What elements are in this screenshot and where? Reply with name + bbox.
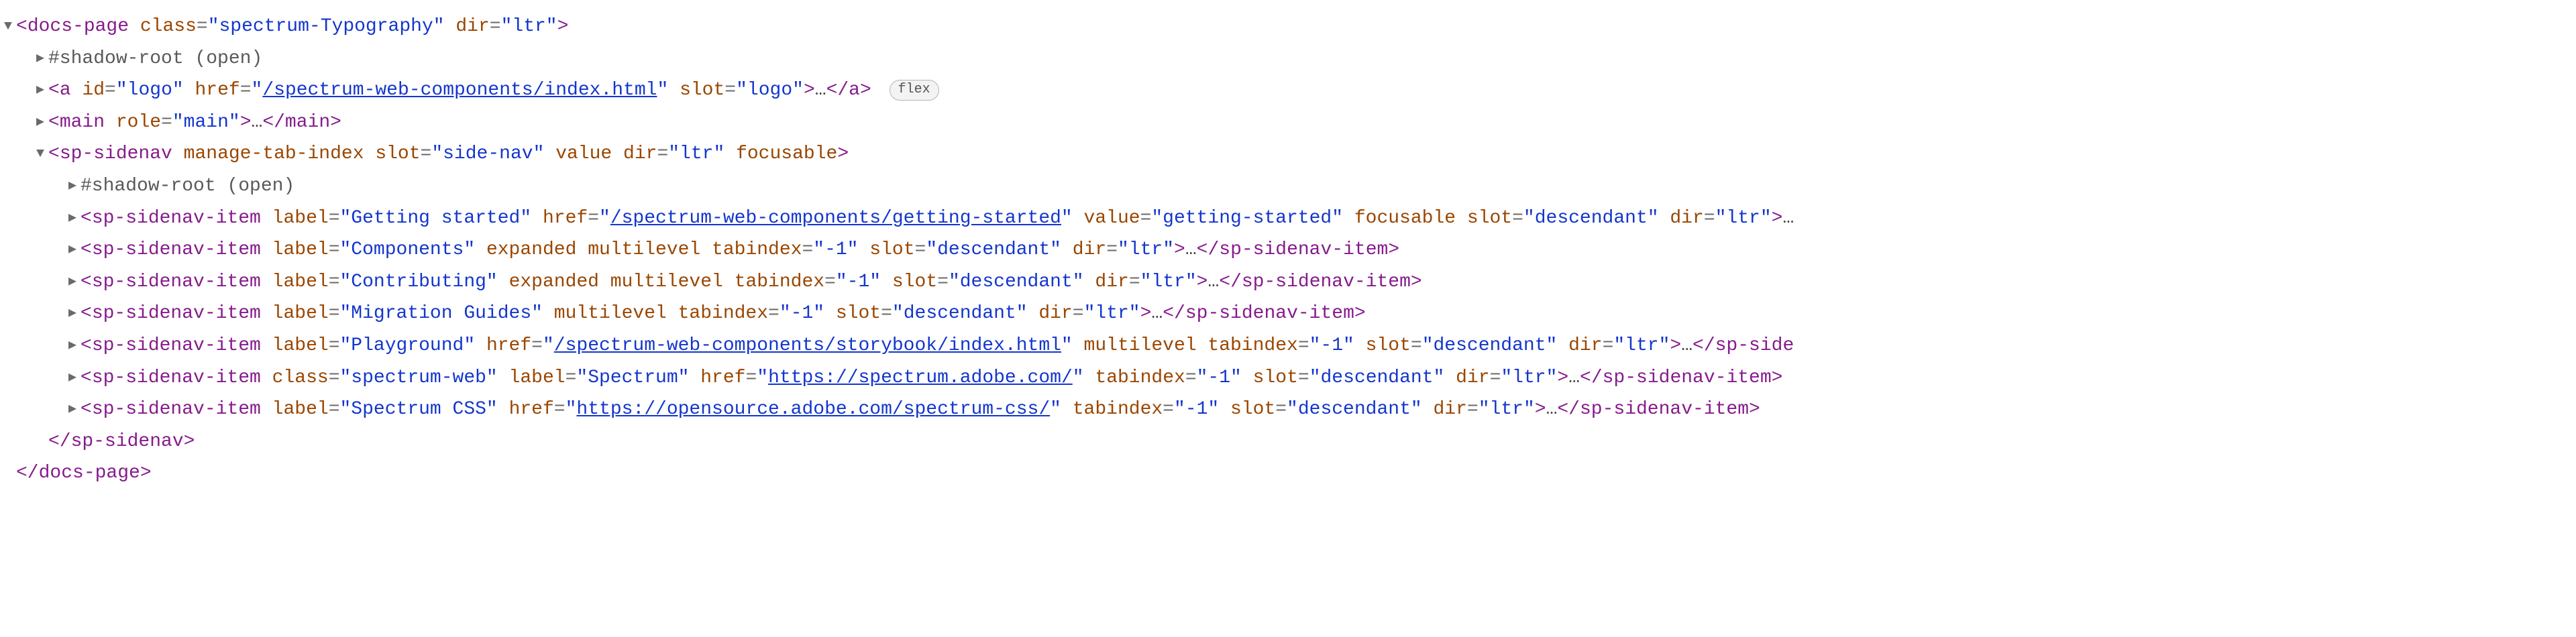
- tree-row-anchor-logo[interactable]: ▶<a id="logo" href="/spectrum-web-compon…: [16, 74, 2560, 107]
- disclosure-right-icon[interactable]: ▶: [32, 111, 48, 134]
- disclosure-right-icon[interactable]: ▶: [64, 207, 80, 230]
- disclosure-right-icon[interactable]: ▶: [64, 239, 80, 262]
- href-link[interactable]: /spectrum-web-components/storybook/index…: [554, 335, 1061, 356]
- tree-row-docs-page-close[interactable]: </docs-page>: [16, 457, 2560, 489]
- disclosure-down-icon[interactable]: ▼: [32, 143, 48, 166]
- disclosure-right-icon[interactable]: ▶: [64, 302, 80, 325]
- tree-row-sidenav-item-spectrum-css[interactable]: ▶<sp-sidenav-item label="Spectrum CSS" h…: [16, 394, 2560, 426]
- tree-row-shadow-root[interactable]: ▶#shadow-root (open): [16, 43, 2560, 75]
- tree-row-sidenav-item-spectrum[interactable]: ▶<sp-sidenav-item class="spectrum-web" l…: [16, 362, 2560, 394]
- disclosure-right-icon[interactable]: ▶: [64, 271, 80, 294]
- tree-row-sp-sidenav[interactable]: ▼<sp-sidenav manage-tab-index slot="side…: [16, 138, 2560, 170]
- flex-badge: flex: [890, 80, 939, 101]
- tree-row-sidenav-item-playground[interactable]: ▶<sp-sidenav-item label="Playground" hre…: [16, 330, 2560, 362]
- href-link[interactable]: /spectrum-web-components/getting-started: [610, 208, 1061, 229]
- href-link[interactable]: https://spectrum.adobe.com/: [768, 367, 1073, 388]
- disclosure-down-icon[interactable]: ▼: [0, 15, 16, 38]
- disclosure-right-icon[interactable]: ▶: [64, 367, 80, 390]
- tree-row-sidenav-item-contributing[interactable]: ▶<sp-sidenav-item label="Contributing" e…: [16, 266, 2560, 298]
- disclosure-right-icon[interactable]: ▶: [64, 175, 80, 198]
- tree-row-sidenav-item-migration[interactable]: ▶<sp-sidenav-item label="Migration Guide…: [16, 298, 2560, 330]
- href-link[interactable]: https://opensource.adobe.com/spectrum-cs…: [576, 399, 1050, 420]
- disclosure-right-icon[interactable]: ▶: [32, 48, 48, 70]
- href-link[interactable]: /spectrum-web-components/index.html: [262, 80, 657, 101]
- tree-row-main[interactable]: ▶<main role="main">…</main>: [16, 107, 2560, 139]
- tree-row-sp-sidenav-close[interactable]: </sp-sidenav>: [16, 426, 2560, 458]
- tree-row-shadow-root[interactable]: ▶#shadow-root (open): [16, 170, 2560, 202]
- tree-row-sidenav-item-components[interactable]: ▶<sp-sidenav-item label="Components" exp…: [16, 234, 2560, 266]
- disclosure-right-icon[interactable]: ▶: [32, 79, 48, 102]
- tree-row-sidenav-item-getting-started[interactable]: ▶<sp-sidenav-item label="Getting started…: [16, 202, 2560, 235]
- disclosure-right-icon[interactable]: ▶: [64, 398, 80, 421]
- dom-tree-root: ▼<docs-page class="spectrum-Typography" …: [16, 11, 2560, 489]
- disclosure-right-icon[interactable]: ▶: [64, 335, 80, 357]
- tree-row-docs-page[interactable]: ▼<docs-page class="spectrum-Typography" …: [16, 11, 2560, 43]
